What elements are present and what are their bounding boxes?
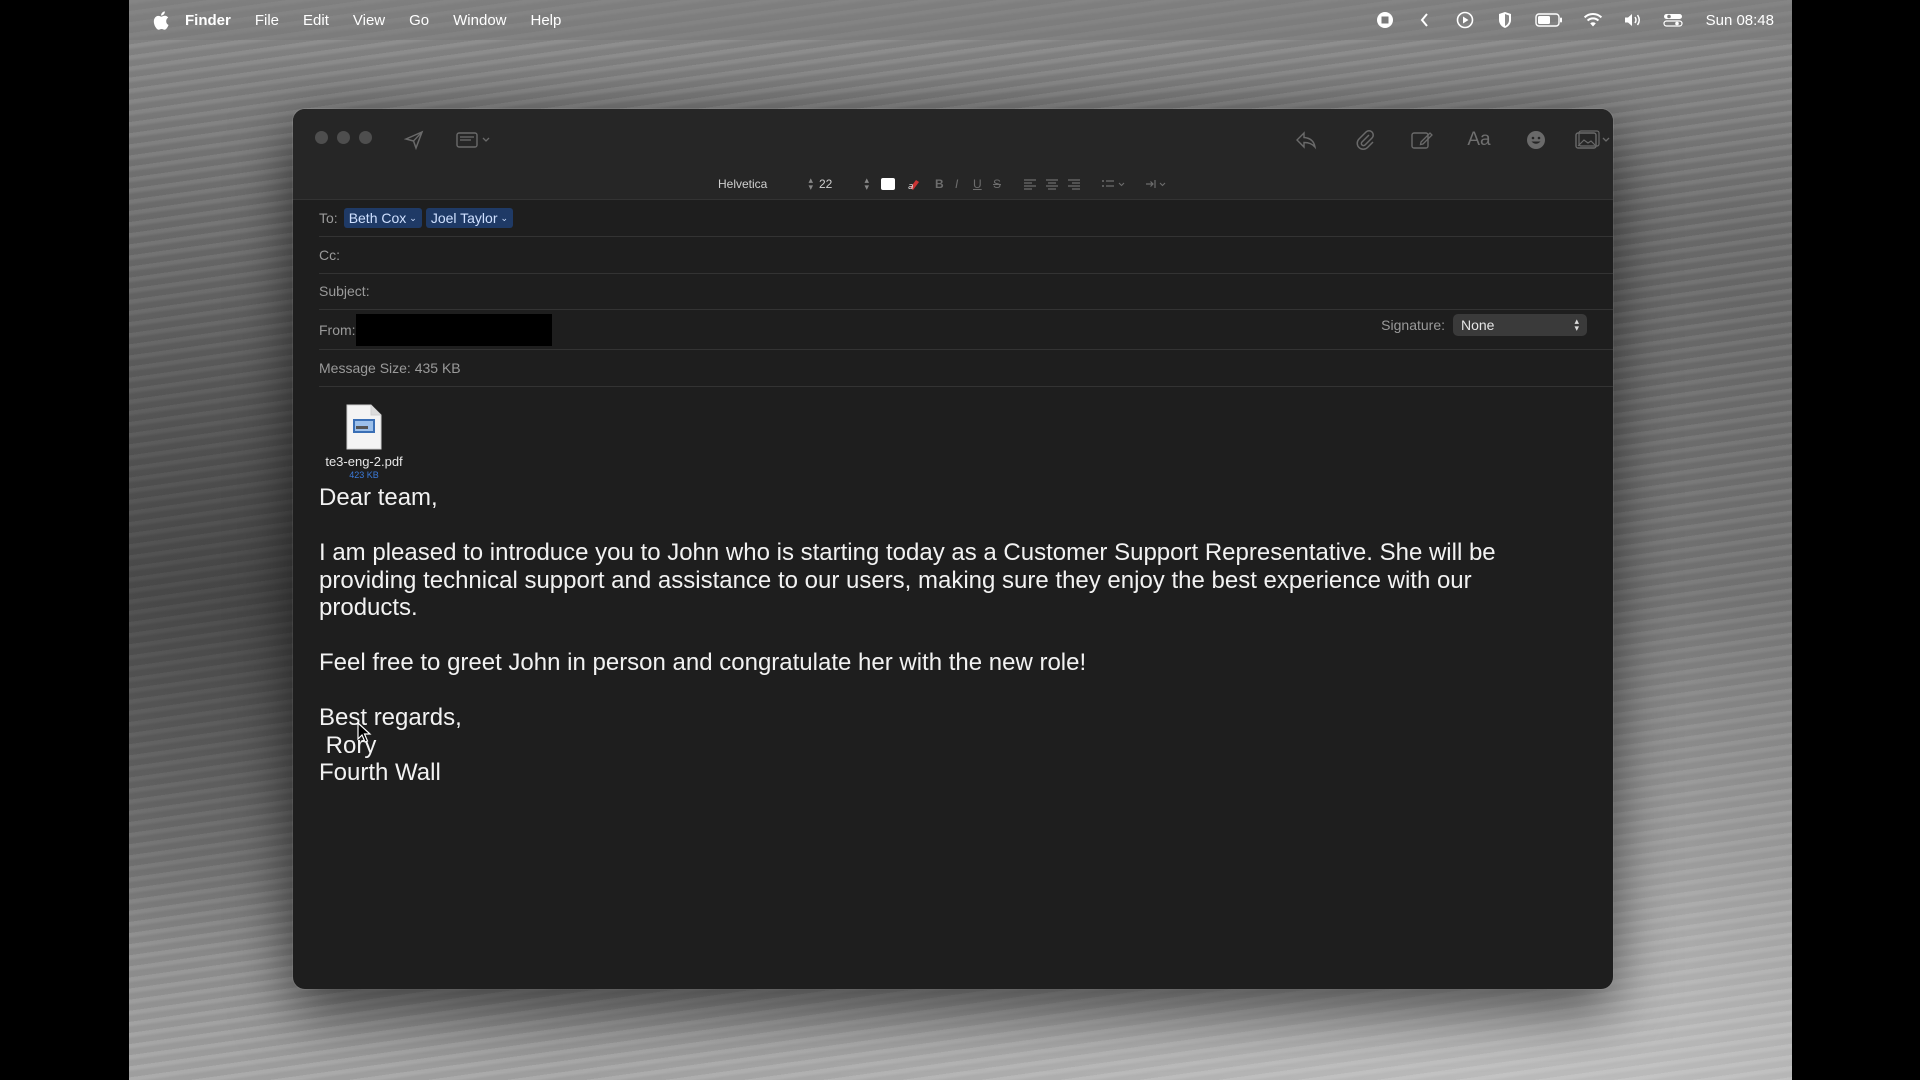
attachment-icon[interactable]	[1353, 127, 1377, 153]
chevron-left-icon[interactable]	[1414, 11, 1436, 29]
play-icon[interactable]	[1454, 11, 1476, 29]
to-field[interactable]: To: Beth Cox ⌄ Joel Taylor ⌄	[319, 200, 1613, 237]
format-fonts-icon[interactable]: Aa	[1465, 127, 1493, 153]
menu-file[interactable]: File	[255, 12, 279, 29]
recipient-name: Joel Taylor	[430, 210, 498, 226]
message-size-row: Message Size: 435 KB	[319, 350, 1613, 387]
text-color-swatch[interactable]	[881, 178, 895, 190]
menu-go[interactable]: Go	[409, 12, 429, 29]
wifi-icon[interactable]	[1582, 11, 1604, 29]
attachment-filename: te3-eng-2.pdf	[325, 454, 403, 469]
minimize-window-button[interactable]	[337, 131, 350, 144]
font-family-value: Helvetica	[718, 177, 768, 191]
send-icon[interactable]	[403, 127, 425, 153]
signature-value: None	[1461, 317, 1495, 333]
stepper-arrows-icon: ▴ ▾	[808, 175, 813, 192]
close-window-button[interactable]	[315, 131, 328, 144]
apple-menu-icon[interactable]	[151, 10, 171, 30]
highlight-color-icon[interactable]: a	[907, 175, 921, 193]
cc-field[interactable]: Cc:	[319, 237, 1613, 274]
strikethrough-icon[interactable]: S	[993, 175, 1001, 193]
message-sender-name: Rory	[319, 731, 377, 759]
mouse-pointer-icon	[357, 721, 373, 744]
menu-window[interactable]: Window	[453, 12, 506, 29]
subject-label: Subject:	[319, 283, 370, 299]
control-center-icon[interactable]	[1662, 11, 1684, 29]
message-greeting: Dear team,	[319, 484, 438, 511]
stepper-arrows-icon: ▴ ▾	[864, 175, 869, 192]
attachment[interactable]: te3-eng-2.pdf 423 KB	[319, 404, 409, 480]
align-left-icon[interactable]	[1023, 175, 1037, 193]
bold-icon[interactable]: B	[935, 175, 944, 193]
message-company: Fourth Wall	[319, 759, 441, 786]
signature-label: Signature:	[1381, 317, 1445, 333]
format-bar: Helvetica ▴ ▾ 22 ▴ ▾ a B I U S	[293, 169, 1613, 200]
screen-record-icon[interactable]	[1374, 11, 1396, 29]
recipient-token[interactable]: Beth Cox ⌄	[343, 208, 422, 228]
menu-clock[interactable]: Sun 08:48	[1706, 12, 1774, 29]
signature-select[interactable]: None ▴ ▾	[1453, 314, 1587, 336]
menu-app-name[interactable]: Finder	[185, 12, 231, 29]
from-field: From: Signature: None ▴ ▾	[319, 310, 1613, 350]
zoom-window-button[interactable]	[359, 131, 372, 144]
reply-icon[interactable]	[1293, 127, 1319, 153]
indent-icon[interactable]	[1145, 175, 1171, 193]
volume-icon[interactable]	[1622, 11, 1644, 29]
align-right-icon[interactable]	[1067, 175, 1081, 193]
from-label: From:	[319, 321, 356, 338]
signature-control: Signature: None ▴ ▾	[1381, 314, 1587, 336]
chevron-down-icon: ⌄	[500, 212, 509, 223]
font-size-select[interactable]: 22 ▴ ▾	[819, 175, 869, 193]
markup-icon[interactable]	[1409, 127, 1435, 153]
menu-edit[interactable]: Edit	[303, 12, 329, 29]
window-toolbar: Aa	[293, 109, 1613, 169]
battery-icon[interactable]	[1534, 11, 1564, 29]
recipient-name: Beth Cox	[348, 210, 407, 226]
cc-label: Cc:	[319, 247, 340, 263]
attachment-size: 423 KB	[349, 470, 379, 480]
svg-text:a: a	[908, 182, 914, 191]
list-icon[interactable]	[1101, 175, 1127, 193]
from-account-redacted[interactable]	[355, 313, 552, 346]
font-family-select[interactable]: Helvetica ▴ ▾	[718, 175, 813, 193]
shield-icon[interactable]	[1494, 11, 1516, 29]
recipient-token[interactable]: Joel Taylor ⌄	[425, 208, 514, 228]
underline-icon[interactable]: U	[973, 175, 982, 193]
compose-window: Aa Helvetica ▴ ▾ 22 ▴ ▾ a B I U S To: Be…	[293, 109, 1613, 989]
message-closing: Best regards,	[319, 704, 462, 731]
message-body[interactable]: Dear team, I am pleased to introduce you…	[319, 484, 1559, 787]
chevron-down-icon: ⌄	[409, 212, 417, 223]
menu-bar: Finder File Edit View Go Window Help Sun…	[129, 0, 1792, 40]
pdf-file-icon	[346, 404, 382, 450]
font-size-value: 22	[819, 177, 833, 191]
align-center-icon[interactable]	[1045, 175, 1059, 193]
menu-view[interactable]: View	[353, 12, 385, 29]
stepper-arrows-icon: ▴ ▾	[1574, 316, 1579, 333]
emoji-icon[interactable]	[1524, 127, 1548, 153]
header-fields-icon[interactable]	[455, 127, 493, 153]
to-label: To:	[319, 210, 338, 226]
italic-icon[interactable]: I	[955, 175, 958, 193]
message-size: Message Size: 435 KB	[319, 360, 461, 376]
subject-field[interactable]: Subject:	[319, 273, 1613, 310]
window-controls	[315, 131, 372, 144]
message-paragraph: Feel free to greet John in person and co…	[319, 649, 1087, 676]
photo-browser-icon[interactable]	[1573, 127, 1613, 153]
desktop: Finder File Edit View Go Window Help Sun…	[129, 0, 1792, 1080]
menu-help[interactable]: Help	[531, 12, 562, 29]
message-paragraph: I am pleased to introduce you to John wh…	[319, 539, 1496, 621]
